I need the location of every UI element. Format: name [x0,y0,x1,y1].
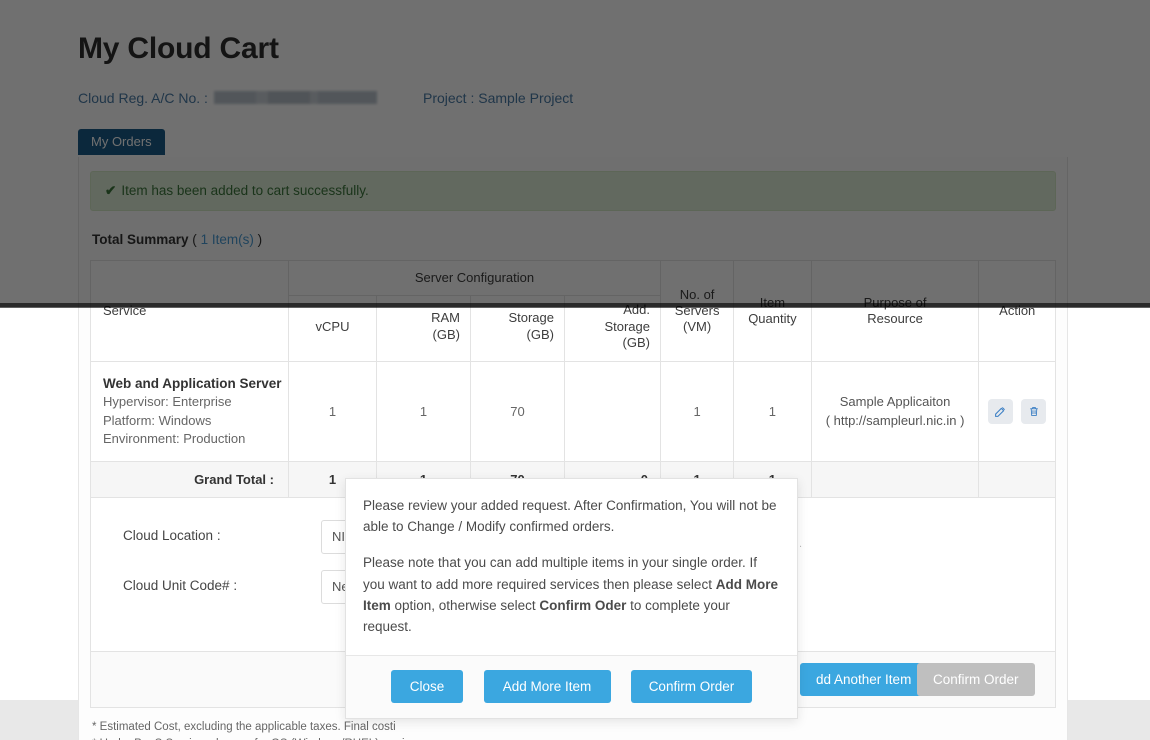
modal-p2-part2: option, otherwise select [390,597,540,613]
col-add-storage-line2: Storage (GB) [604,318,650,350]
cell-action [978,361,1056,462]
edit-icon[interactable] [988,398,1014,424]
col-purpose-line2: Resource [867,311,923,326]
modal-p2-part1: Please note that you can add multiple it… [363,555,757,592]
cell-service: Web and Application Server Hypervisor: E… [90,361,289,462]
delete-icon[interactable] [1021,398,1047,424]
confirm-order-button[interactable]: Confirm Order [917,662,1035,696]
grand-total-purpose-blank [810,460,980,498]
footnote-2: * Under PaaS Service, charges for OS (Wi… [92,736,1056,740]
cell-ram: 1 [376,361,471,462]
grand-total-label: Grand Total : [90,460,289,498]
service-hypervisor: Hypervisor: Enterprise [103,394,232,410]
cart-table-body: Web and Application Server Hypervisor: E… [90,361,1056,498]
cell-add-storage [564,361,661,462]
cloud-location-label: Cloud Location : [123,527,221,543]
cell-item-quantity: 1 [733,361,812,462]
modal-footer: Close Add More Item Confirm Order [346,655,797,719]
modal-p2-bold-confirm-oder: Confirm Oder [539,597,627,613]
col-storage-line2: (GB) [526,326,554,342]
purpose-name: Sample Applicaiton [839,393,951,409]
col-ram-line1: RAM [431,310,460,326]
cell-storage: 70 [470,361,565,462]
modal-confirm-order-button[interactable]: Confirm Order [630,670,752,704]
service-platform: Platform: Windows [103,412,212,428]
col-qty-line2: Quantity [748,311,797,326]
confirmation-modal: Please review your added request. After … [345,478,798,720]
table-row: Web and Application Server Hypervisor: E… [90,361,1056,462]
service-title: Web and Application Server [103,376,282,391]
modal-backdrop-edge [0,303,1150,308]
purpose-url: ( http://sampleurl.nic.in ) [825,413,965,429]
col-storage-line1: Storage [508,310,554,326]
modal-close-button[interactable]: Close [391,670,464,704]
footnotes: * Estimated Cost, excluding the applicab… [92,719,1056,740]
screen: My Cloud Cart Cloud Reg. A/C No. : Proje… [0,0,1150,740]
grand-total-action-blank [978,460,1056,498]
col-ram-line2: (GB) [432,326,460,342]
col-servers-line3: (VM) [683,319,712,335]
modal-backdrop-overlay[interactable] [0,0,1150,307]
cell-vcpu: 1 [288,361,377,462]
footnote-1: * Estimated Cost, excluding the applicab… [92,720,396,733]
form-decoration-dot: . [799,537,803,550]
add-another-item-button[interactable]: dd Another Item [800,662,928,696]
cloud-unit-code-label: Cloud Unit Code# : [123,577,238,593]
modal-paragraph-2: Please note that you can add multiple it… [363,552,780,637]
service-environment: Environment: Production [103,431,246,447]
cell-servers: 1 [659,361,735,462]
modal-add-more-item-button[interactable]: Add More Item [483,670,611,704]
cell-purpose: Sample Applicaiton ( http://sampleurl.ni… [810,361,980,462]
modal-paragraph-1: Please review your added request. After … [363,498,777,535]
modal-body: Please review your added request. After … [346,479,797,655]
